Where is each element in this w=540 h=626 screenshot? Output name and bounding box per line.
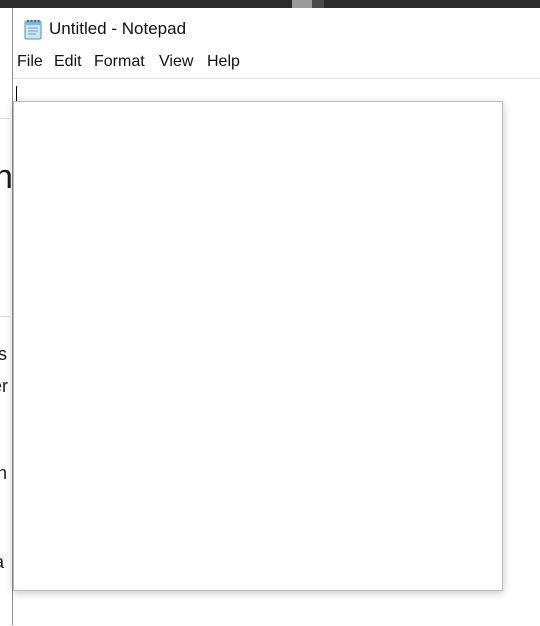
background-text-fragment: n <box>0 158 13 196</box>
background-text-fragment: er <box>0 376 9 396</box>
menu-help[interactable]: Help <box>207 53 240 71</box>
background-text-fragment: s <box>0 344 7 364</box>
background-top-gap <box>292 0 312 8</box>
background-text-fragment: h <box>0 463 8 483</box>
background-divider <box>0 316 10 317</box>
background-text-fragment: a <box>0 552 4 573</box>
background-top-edge <box>312 0 324 8</box>
background-divider <box>0 118 10 119</box>
notepad-icon <box>22 18 44 40</box>
window-title: Untitled - Notepad <box>49 19 187 38</box>
menu-edit[interactable]: Edit <box>54 53 82 71</box>
menu-file[interactable]: File <box>17 53 43 71</box>
menu-bar: File Edit Format View Help <box>13 52 540 76</box>
menu-view[interactable]: View <box>159 53 193 71</box>
background-top-strip <box>0 0 540 8</box>
blank-popup-panel <box>13 101 503 591</box>
title-bar[interactable]: Untitled - Notepad <box>13 8 540 50</box>
menu-format[interactable]: Format <box>94 53 145 71</box>
